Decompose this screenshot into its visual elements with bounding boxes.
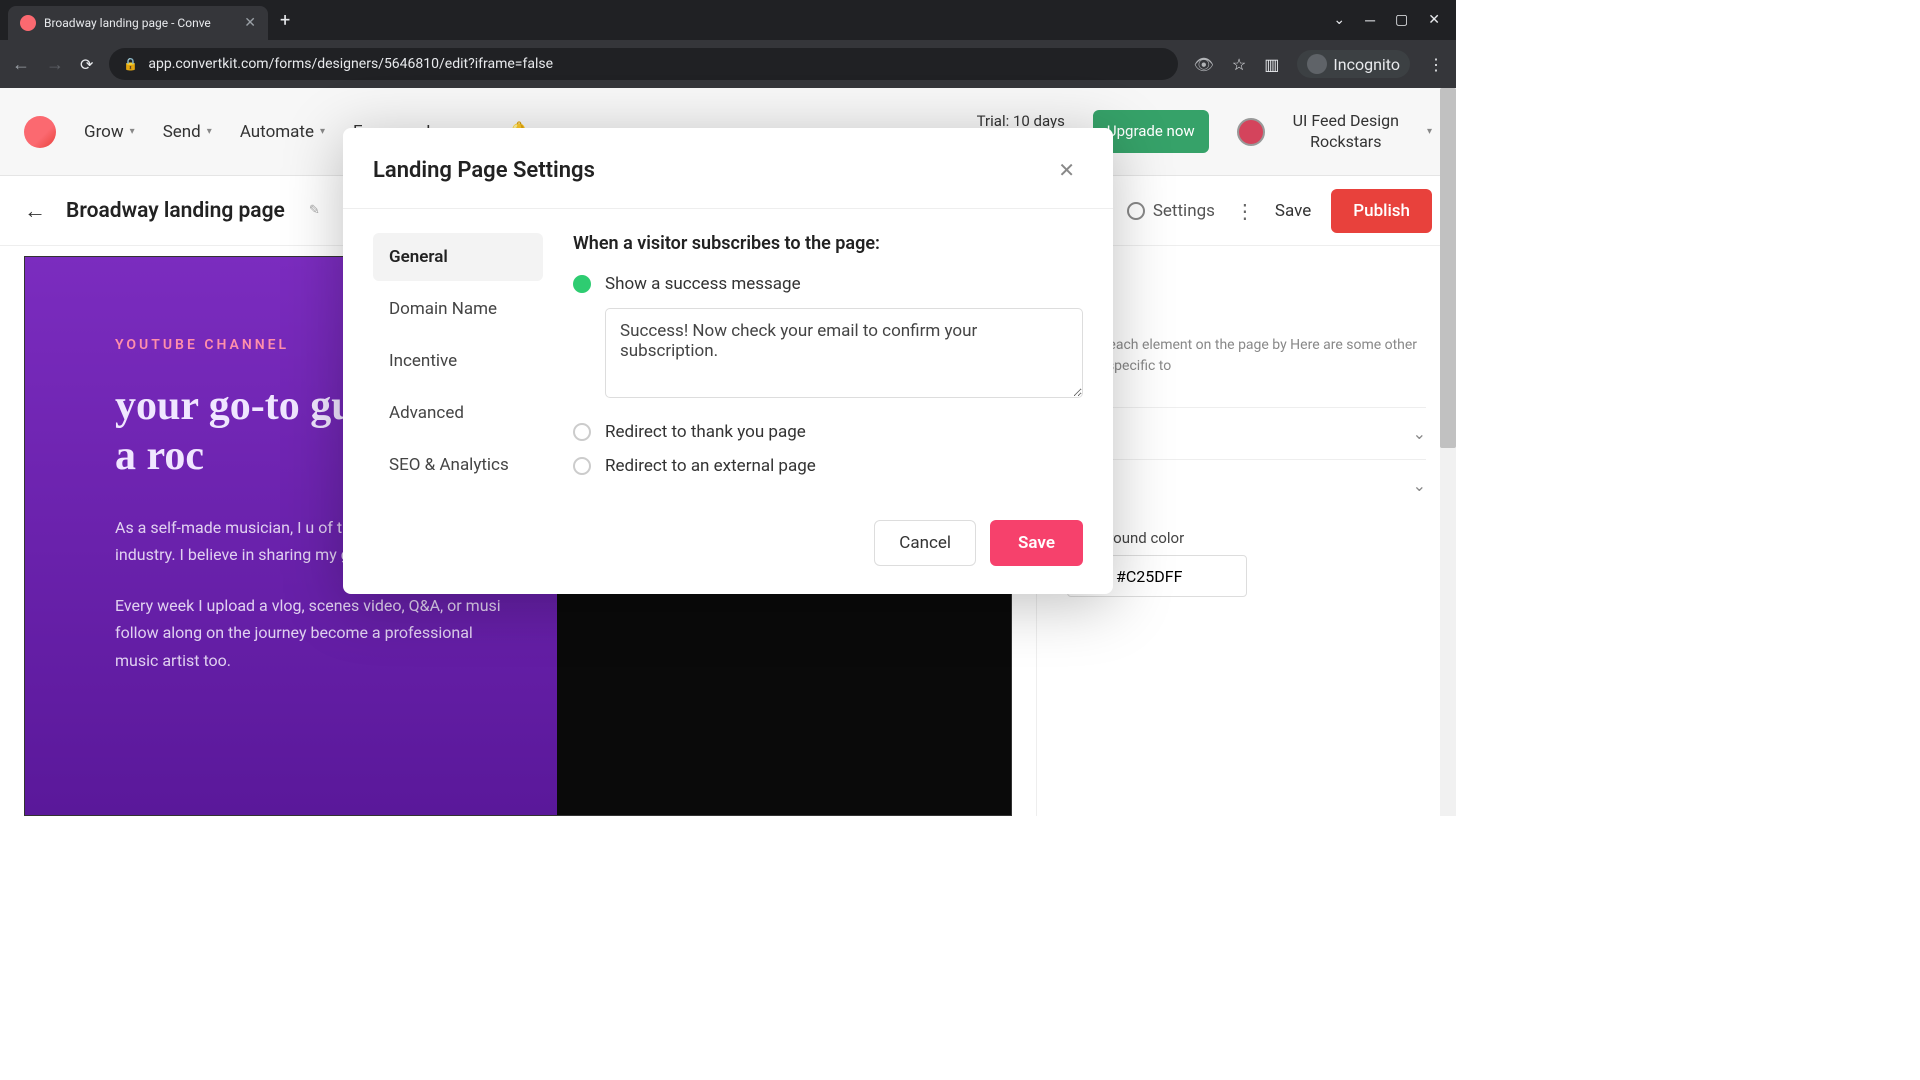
incognito-label: Incognito [1333,55,1400,74]
radio-icon[interactable] [573,457,591,475]
reload-icon[interactable]: ⟳ [80,55,93,74]
star-icon[interactable]: ☆ [1232,55,1246,74]
modal-backdrop: Landing Page Settings ✕ General Domain N… [0,88,1456,816]
maximize-icon[interactable]: ▢ [1395,12,1408,29]
tab-title: Broadway landing page - Conve [44,16,236,30]
incognito-badge[interactable]: Incognito [1297,50,1410,78]
close-window-icon[interactable]: ✕ [1428,12,1440,29]
tab-general[interactable]: General [373,233,543,281]
tab-domain-name[interactable]: Domain Name [373,285,543,333]
radio-icon[interactable] [573,423,591,441]
back-icon[interactable]: ← [12,54,30,75]
forward-icon: → [46,54,64,75]
save-button[interactable]: Save [990,520,1083,566]
tabs-dropdown-icon[interactable]: ⌄ [1333,12,1345,29]
modal-content: When a visitor subscribes to the page: S… [573,233,1083,490]
tab-incentive[interactable]: Incentive [373,337,543,385]
tab-favicon [20,15,36,31]
minimize-icon[interactable]: ─ [1365,12,1375,29]
modal-title: Landing Page Settings [373,158,595,183]
new-tab-button[interactable]: + [280,10,290,31]
modal-tabs: General Domain Name Incentive Advanced S… [373,233,543,490]
radio-success-message[interactable]: Show a success message [573,274,1083,294]
incognito-icon [1307,54,1327,74]
url-input[interactable]: 🔒 app.convertkit.com/forms/designers/564… [109,48,1177,80]
eye-off-icon[interactable]: 👁 [1194,55,1214,74]
panel-icon[interactable]: ▥ [1264,55,1279,74]
url-text: app.convertkit.com/forms/designers/56468… [148,56,553,72]
kebab-menu-icon[interactable]: ⋮ [1428,55,1444,74]
success-message-input[interactable] [605,308,1083,398]
close-icon[interactable]: ✕ [244,15,256,31]
radio-icon[interactable] [573,275,591,293]
browser-tab-strip: Broadway landing page - Conve ✕ + ⌄ ─ ▢ … [0,0,1456,40]
settings-modal: Landing Page Settings ✕ General Domain N… [343,128,1113,594]
tab-seo-analytics[interactable]: SEO & Analytics [373,441,543,489]
radio-external-page[interactable]: Redirect to an external page [573,456,1083,476]
cancel-button[interactable]: Cancel [874,520,976,566]
section-heading: When a visitor subscribes to the page: [573,233,1083,254]
browser-tab[interactable]: Broadway landing page - Conve ✕ [8,6,268,40]
address-bar: ← → ⟳ 🔒 app.convertkit.com/forms/designe… [0,40,1456,88]
lock-icon: 🔒 [123,57,138,71]
window-controls: ⌄ ─ ▢ ✕ [1333,12,1456,29]
radio-thank-you-page[interactable]: Redirect to thank you page [573,422,1083,442]
tab-advanced[interactable]: Advanced [373,389,543,437]
close-icon[interactable]: ✕ [1050,154,1083,186]
